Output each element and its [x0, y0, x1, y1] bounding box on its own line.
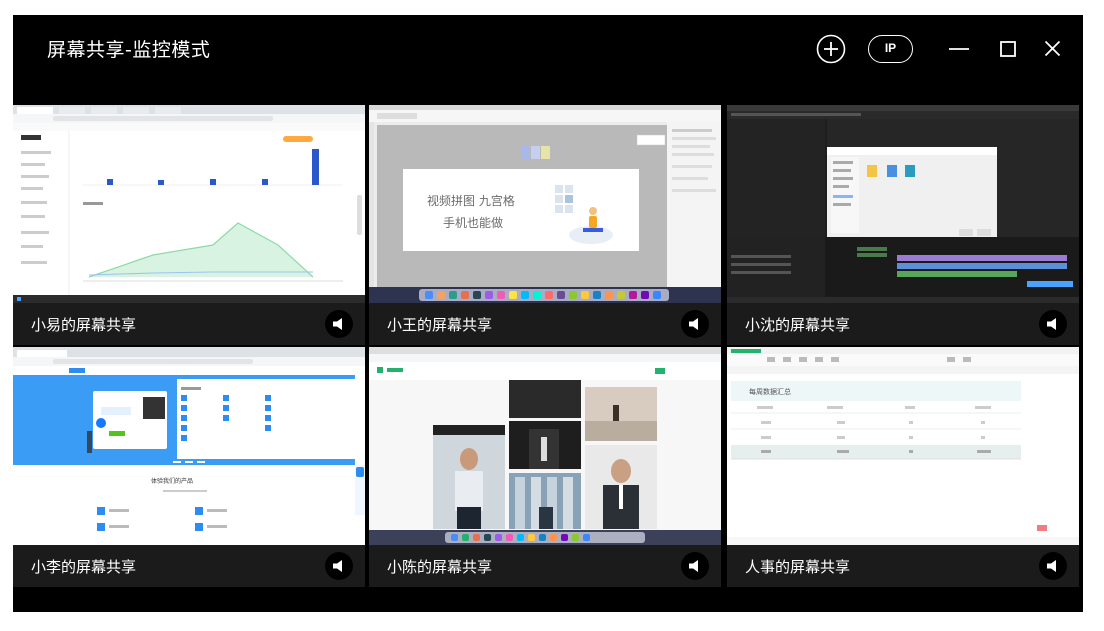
- tile-caption: 小王的屏幕共享: [369, 303, 721, 345]
- speaker-icon: [1047, 318, 1056, 330]
- shared-screen-preview: 体验我们的产品: [13, 347, 365, 545]
- tile-label: 小沈的屏幕共享: [745, 316, 851, 334]
- screen-share-tile[interactable]: 视频拼图 九宫格 手机也能做 小王的屏幕共享: [369, 105, 721, 345]
- screen-share-tile[interactable]: 体验我们的产品 小李的屏幕共享: [13, 347, 365, 587]
- presentation-thumbnail: 视频拼图 九宫格 手机也能做: [369, 105, 721, 303]
- tile-caption: 小陈的屏幕共享: [369, 545, 721, 587]
- plus-circle-icon: [816, 34, 846, 64]
- tile-label: 人事的屏幕共享: [745, 558, 851, 576]
- audio-toggle-button[interactable]: [681, 310, 709, 338]
- speaker-icon: [689, 560, 698, 572]
- window-title: 屏幕共享-监控模式: [47, 39, 211, 61]
- speaker-icon: [333, 318, 342, 330]
- audio-toggle-button[interactable]: [1039, 552, 1067, 580]
- section-heading: 体验我们的产品: [151, 477, 193, 485]
- add-button[interactable]: [815, 33, 847, 65]
- ip-button-label: IP: [884, 41, 897, 55]
- maximize-button[interactable]: [1000, 41, 1016, 57]
- tile-label: 小陈的屏幕共享: [387, 558, 493, 576]
- tile-label: 小王的屏幕共享: [387, 316, 493, 334]
- tile-caption: 小李的屏幕共享: [13, 545, 365, 587]
- shared-screen-preview: [727, 105, 1079, 303]
- dashboard-thumbnail: [13, 105, 365, 303]
- spreadsheet-thumbnail: 每周数据汇总: [727, 347, 1079, 545]
- website-thumbnail: 体验我们的产品: [13, 347, 365, 545]
- maximize-icon: [1000, 41, 1016, 57]
- tile-label: 小李的屏幕共享: [31, 558, 137, 576]
- screen-share-tile[interactable]: 小陈的屏幕共享: [369, 347, 721, 587]
- slide-line-2: 手机也能做: [443, 215, 503, 230]
- speaker-icon: [333, 560, 342, 572]
- audio-toggle-button[interactable]: [1039, 310, 1067, 338]
- speaker-icon: [689, 318, 698, 330]
- tile-caption: 小易的屏幕共享: [13, 303, 365, 345]
- audio-toggle-button[interactable]: [325, 310, 353, 338]
- screen-share-tile[interactable]: 小易的屏幕共享: [13, 105, 365, 345]
- sheet-heading: 每周数据汇总: [749, 387, 791, 396]
- title-bar: 屏幕共享-监控模式 IP: [13, 15, 1083, 105]
- speaker-icon: [1047, 560, 1056, 572]
- minimize-button[interactable]: [948, 47, 970, 51]
- monitor-window: 屏幕共享-监控模式 IP 小易的屏幕共享 视频拼图 九宫格 手机也能做 小王的屏…: [13, 15, 1083, 612]
- screen-share-tile[interactable]: 每周数据汇总 人事的屏幕共享: [727, 347, 1079, 587]
- shared-screen-preview: 视频拼图 九宫格 手机也能做: [369, 105, 721, 303]
- shared-screen-preview: [369, 347, 721, 545]
- tile-caption: 人事的屏幕共享: [727, 545, 1079, 587]
- ip-button[interactable]: IP: [868, 35, 913, 63]
- audio-toggle-button[interactable]: [325, 552, 353, 580]
- screen-share-tile[interactable]: 小沈的屏幕共享: [727, 105, 1079, 345]
- close-icon: [1044, 40, 1061, 57]
- video-editor-thumbnail: [727, 105, 1079, 303]
- tile-label: 小易的屏幕共享: [31, 316, 137, 334]
- tile-caption: 小沈的屏幕共享: [727, 303, 1079, 345]
- slide-line-1: 视频拼图 九宫格: [427, 193, 515, 208]
- audio-toggle-button[interactable]: [681, 552, 709, 580]
- minimize-icon: [949, 48, 969, 50]
- photo-collage-thumbnail: [369, 347, 721, 545]
- shared-screen-preview: 每周数据汇总: [727, 347, 1079, 545]
- shared-screen-preview: [13, 105, 365, 303]
- close-button[interactable]: [1044, 40, 1061, 57]
